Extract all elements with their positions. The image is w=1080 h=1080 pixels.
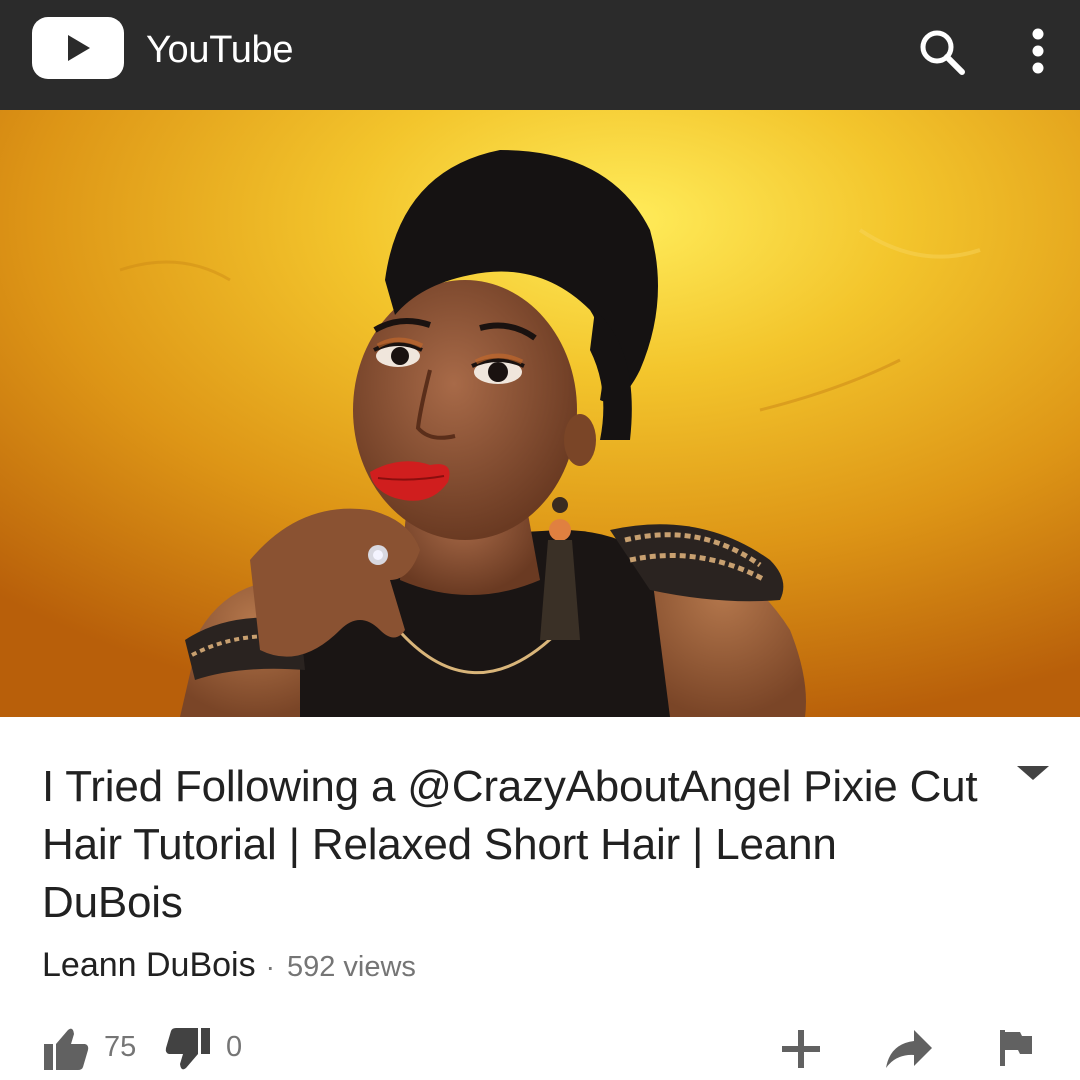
youtube-watch-page: YouTube I Tried Following a @CrazyAboutA…	[0, 0, 1080, 1080]
add-to-playlist-icon[interactable]	[778, 1026, 824, 1072]
expand-arrow-icon[interactable]	[1008, 756, 1058, 792]
search-icon[interactable]	[912, 22, 974, 84]
channel-name[interactable]: Leann DuBois	[42, 946, 256, 985]
video-thumbnail[interactable]	[0, 110, 1080, 717]
dislike-count: 0	[226, 1031, 243, 1063]
share-icon[interactable]	[884, 1028, 934, 1070]
view-count: 592 views	[286, 951, 416, 983]
app-title: YouTube	[146, 29, 294, 71]
video-meta: Leann DuBois · 592 views	[42, 946, 416, 994]
more-vert-icon[interactable]	[1012, 22, 1064, 84]
youtube-logo-icon[interactable]	[32, 17, 124, 79]
video-title: I Tried Following a @CrazyAboutAngel Pix…	[42, 762, 978, 927]
thumb-down-icon[interactable]	[164, 1026, 212, 1072]
app-bar: YouTube	[0, 0, 1080, 110]
thumb-up-icon[interactable]	[42, 1026, 90, 1072]
flag-icon[interactable]	[998, 1028, 1034, 1068]
meta-separator: ·	[265, 951, 275, 982]
action-bar: 75 0	[0, 1016, 1080, 1076]
like-count: 75	[104, 1031, 137, 1063]
